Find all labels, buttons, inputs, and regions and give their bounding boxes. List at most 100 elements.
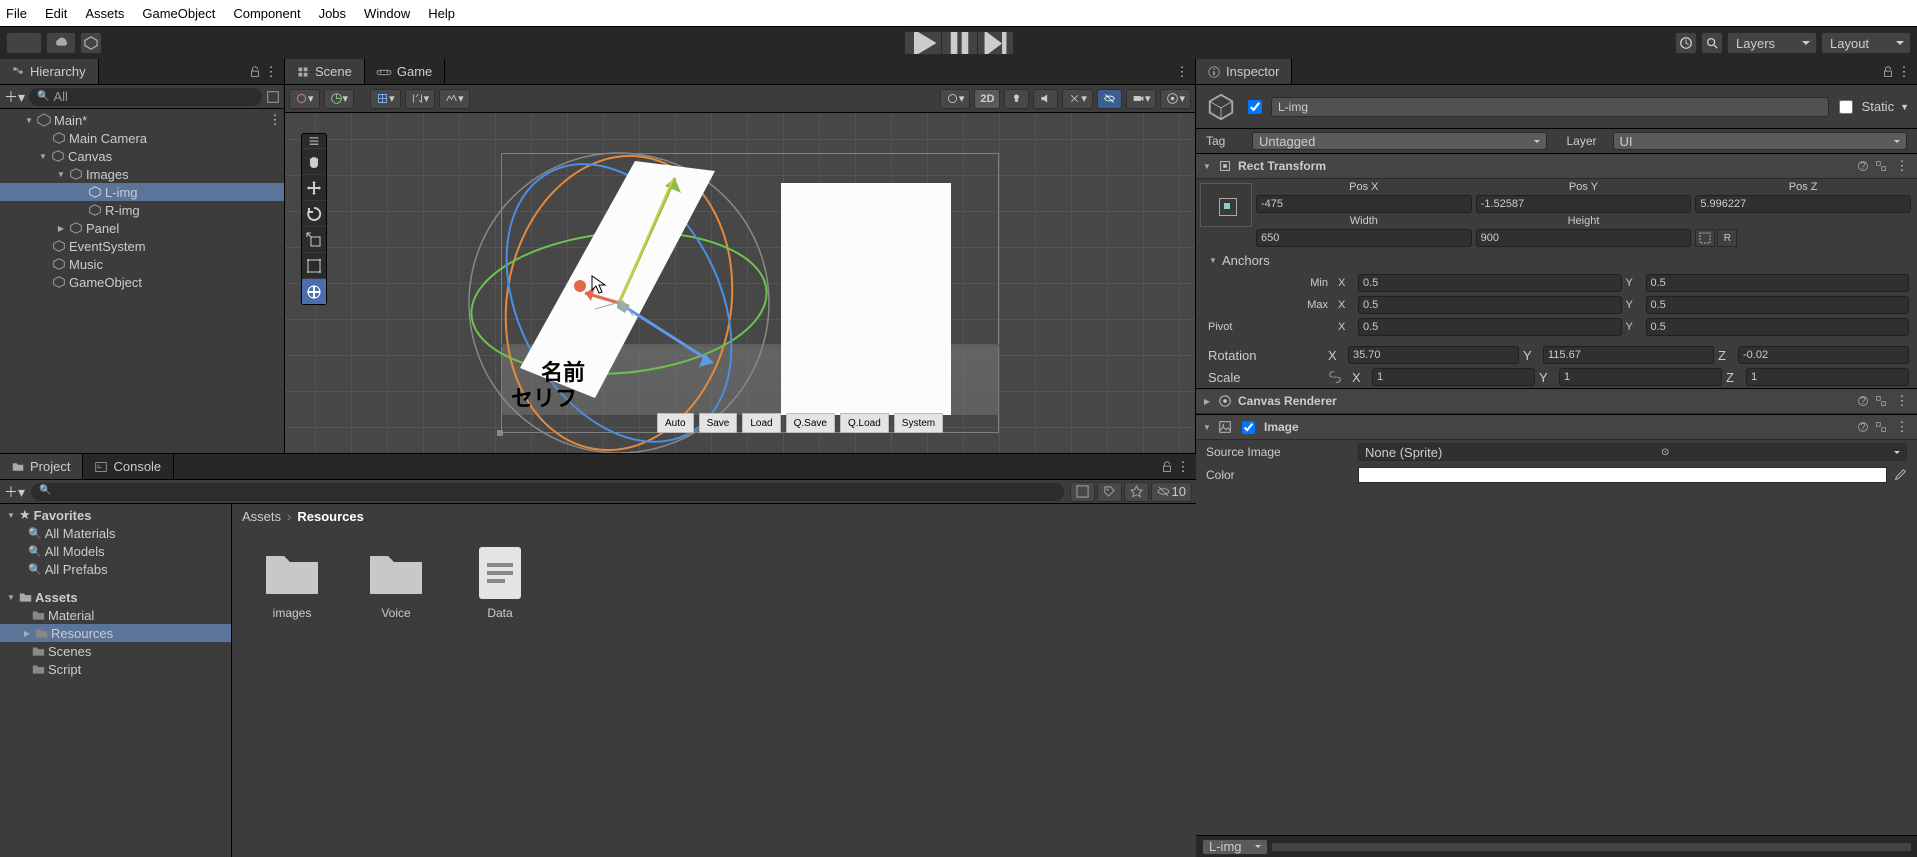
step-button[interactable] [977, 32, 1013, 54]
pivot-mode-button[interactable]: ▾ [289, 89, 320, 109]
image-enabled[interactable] [1242, 421, 1255, 434]
lighting-toggle[interactable] [1004, 89, 1029, 109]
help-icon[interactable]: ? [1857, 160, 1869, 172]
canvas-renderer-header[interactable]: ▶ Canvas Renderer ? ⋮ [1196, 388, 1917, 414]
component-menu[interactable]: ⋮ [1893, 419, 1911, 435]
play-button[interactable] [905, 32, 941, 54]
scene-tab[interactable]: Scene [285, 59, 365, 84]
fold-button[interactable] [266, 90, 280, 104]
fav-prefabs[interactable]: 🔍All Prefabs [0, 560, 231, 578]
color-field[interactable] [1358, 467, 1887, 483]
folder-scenes[interactable]: Scenes [0, 642, 231, 660]
scene-viewport[interactable]: 名前 セリフ Auto Save Load Q.Save Q.Load Syst… [285, 113, 1195, 453]
fav-models[interactable]: 🔍All Models [0, 542, 231, 560]
lock-icon[interactable] [1160, 460, 1174, 474]
undo-history-button[interactable] [1675, 32, 1697, 54]
account-button[interactable] [6, 32, 42, 54]
source-image-field[interactable]: None (Sprite)⊙ [1358, 443, 1907, 461]
rot-y[interactable] [1543, 346, 1714, 364]
scale-x[interactable] [1372, 368, 1535, 386]
anchor-max-y[interactable] [1646, 296, 1910, 314]
btn-save[interactable]: Save [699, 413, 738, 433]
scene-row[interactable]: ▼ Main* ⋮ [0, 111, 284, 129]
asset-data[interactable]: Data [468, 544, 532, 620]
active-toggle[interactable] [1248, 100, 1262, 114]
rot-z[interactable] [1738, 346, 1909, 364]
scale-tool[interactable] [302, 226, 326, 252]
component-menu[interactable]: ⋮ [1893, 158, 1911, 174]
btn-auto[interactable]: Auto [657, 413, 694, 433]
favorites-row[interactable]: ▼ ★ Favorites [0, 506, 231, 524]
height-field[interactable] [1476, 229, 1692, 247]
menu-component[interactable]: Component [233, 6, 300, 21]
posy-field[interactable] [1476, 195, 1692, 213]
object-name-field[interactable] [1271, 97, 1829, 117]
hierarchy-item-gameobject[interactable]: GameObject [0, 273, 284, 291]
fav-materials[interactable]: 🔍All Materials [0, 524, 231, 542]
2d-toggle[interactable]: 2D [974, 89, 1000, 109]
folder-resources[interactable]: ▶Resources [0, 624, 231, 642]
pivot-x[interactable] [1358, 318, 1622, 336]
blueprint-mode[interactable] [1695, 229, 1715, 247]
project-menu[interactable]: ⋮ [1174, 459, 1192, 475]
preset-icon[interactable] [1875, 421, 1887, 433]
draw-mode-button[interactable]: ▾ [940, 89, 971, 109]
help-icon[interactable]: ? [1857, 421, 1869, 433]
hierarchy-item-limg[interactable]: L-img [0, 183, 284, 201]
inspector-tab[interactable]: Inspector [1196, 59, 1292, 84]
lock-icon[interactable] [1881, 65, 1895, 79]
pause-button[interactable] [941, 32, 977, 54]
tools-grip[interactable]: ≡ [302, 134, 326, 148]
anchor-max-x[interactable] [1358, 296, 1622, 314]
lock-icon[interactable] [248, 65, 262, 79]
hierarchy-menu[interactable]: ⋮ [262, 64, 280, 80]
audio-toggle[interactable] [1033, 89, 1058, 109]
hierarchy-search[interactable]: 🔍 All [29, 88, 262, 106]
project-search[interactable]: 🔍 [31, 483, 1064, 501]
posx-field[interactable] [1256, 195, 1472, 213]
preset-icon[interactable] [1875, 160, 1887, 172]
create-asset-button[interactable]: ＋▾ [4, 482, 25, 502]
assets-row[interactable]: ▼ Assets [0, 588, 231, 606]
crumb-resources[interactable]: Resources [297, 509, 363, 524]
scale-y[interactable] [1559, 368, 1722, 386]
object-icon[interactable] [1204, 90, 1238, 124]
btn-qsave[interactable]: Q.Save [786, 413, 835, 433]
snap-increment-button[interactable]: ▾ [439, 89, 470, 109]
rotate-tool-icon[interactable] [302, 200, 326, 226]
anchors-toggle[interactable]: ▼Anchors [1196, 249, 1917, 272]
menu-help[interactable]: Help [428, 6, 455, 21]
hierarchy-item-music[interactable]: Music [0, 255, 284, 273]
menu-assets[interactable]: Assets [85, 6, 124, 21]
layers-dropdown[interactable]: Layers [1727, 32, 1817, 54]
static-toggle[interactable] [1839, 100, 1853, 114]
scene-menu[interactable]: ⋮ [1173, 64, 1191, 80]
btn-system[interactable]: System [894, 413, 943, 433]
folder-script[interactable]: Script [0, 660, 231, 678]
hidden-toggle[interactable] [1097, 89, 1122, 109]
game-tab[interactable]: Game [365, 59, 445, 84]
scale-link-icon[interactable] [1328, 370, 1342, 384]
menu-window[interactable]: Window [364, 6, 410, 21]
preset-icon[interactable] [1875, 395, 1887, 407]
asset-voice[interactable]: Voice [364, 544, 428, 620]
rect-transform-header[interactable]: ▼ Rect Transform ? ⋮ [1196, 153, 1917, 179]
menu-gameobject[interactable]: GameObject [142, 6, 215, 21]
anchor-min-y[interactable] [1646, 274, 1910, 292]
move-tool[interactable] [302, 174, 326, 200]
anchor-preset-widget[interactable] [1200, 183, 1252, 227]
hierarchy-item-eventsystem[interactable]: EventSystem [0, 237, 284, 255]
camera-button[interactable]: ▾ [1126, 89, 1157, 109]
btn-load[interactable]: Load [742, 413, 780, 433]
pivot-y[interactable] [1646, 318, 1910, 336]
hierarchy-item-panel[interactable]: ▶ Panel [0, 219, 284, 237]
picker-icon[interactable] [1893, 468, 1907, 482]
snap-button[interactable]: ▾ [405, 89, 436, 109]
hierarchy-item-canvas[interactable]: ▼ Canvas [0, 147, 284, 165]
hierarchy-item-rimg[interactable]: R-img [0, 201, 284, 219]
rot-x[interactable] [1348, 346, 1519, 364]
component-menu[interactable]: ⋮ [1893, 393, 1911, 409]
menu-edit[interactable]: Edit [45, 6, 67, 21]
hierarchy-item-camera[interactable]: Main Camera [0, 129, 284, 147]
asset-images[interactable]: images [260, 544, 324, 620]
